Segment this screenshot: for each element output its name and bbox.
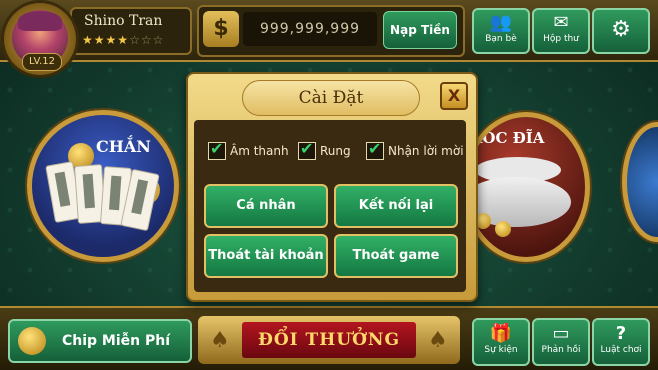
chip-icon: [18, 327, 46, 355]
star-icon: ★: [82, 33, 94, 47]
vibrate-label: Rung: [320, 144, 351, 158]
settings-title: Cài Đặt: [242, 80, 420, 116]
vibrate-option[interactable]: Rung: [298, 139, 351, 160]
reward-label: ĐỔI THƯỞNG: [242, 322, 416, 358]
feedback-button[interactable]: ▭ Phản hồi: [532, 318, 590, 366]
close-button[interactable]: X: [440, 82, 468, 110]
mail-button[interactable]: ✉ Hộp thư: [532, 8, 590, 54]
question-icon: ?: [615, 323, 627, 344]
sound-label: Âm thanh: [230, 144, 289, 158]
invites-checkbox[interactable]: [366, 139, 384, 160]
rules-button[interactable]: ? Luật chơi: [592, 318, 650, 366]
star-empty-icon: ☆: [129, 33, 141, 47]
friends-button[interactable]: 👥 Bạn bè: [472, 8, 530, 54]
chan-title: CHẮN: [96, 137, 151, 156]
game-lobby: Shino Tran ★★★★☆☆☆ LV.12 $ 999,999,999 N…: [0, 0, 658, 370]
game-tile-xoc-dia[interactable]: XÓC ĐĨA: [462, 112, 590, 262]
logout-button[interactable]: Thoát tài khoản: [204, 234, 328, 278]
deposit-button[interactable]: Nạp Tiền: [383, 11, 457, 49]
balance-value: 999,999,999: [243, 12, 377, 46]
personal-button[interactable]: Cá nhân: [204, 184, 328, 228]
sound-checkbox[interactable]: [208, 139, 226, 160]
mail-label: Hộp thư: [543, 34, 579, 44]
star-icon: ★: [105, 33, 118, 47]
level-badge: LV.12: [22, 53, 62, 71]
free-chip-label: Chip Miễn Phí: [62, 333, 171, 349]
star-icon: ★: [93, 33, 106, 47]
dollar-icon[interactable]: $: [203, 11, 239, 47]
vibrate-checkbox[interactable]: [298, 139, 316, 160]
rating-stars: ★★★★☆☆☆: [82, 33, 164, 47]
rules-label: Luật chơi: [600, 345, 642, 355]
gift-icon: 🎁: [489, 323, 513, 344]
quit-game-button[interactable]: Thoát game: [334, 234, 458, 278]
avatar[interactable]: LV.12: [4, 3, 76, 75]
reconnect-button[interactable]: Kết nối lại: [334, 184, 458, 228]
profile-panel[interactable]: Shino Tran ★★★★☆☆☆: [70, 7, 192, 55]
invites-label: Nhận lời mời: [388, 144, 464, 158]
settings-button[interactable]: ⚙: [592, 8, 650, 54]
spade-icon: ♠: [428, 328, 448, 353]
bottom-bar: Chip Miễn Phí ♠ ĐỔI THƯỞNG ♠ 🎁 Sự kiện ▭…: [0, 306, 658, 370]
settings-dialog: Cài Đặt X Âm thanh Rung Nhận lời mời Cá …: [186, 72, 478, 302]
free-chip-button[interactable]: Chip Miễn Phí: [8, 319, 192, 363]
avatar-hair: [18, 11, 62, 31]
player-name: Shino Tran: [84, 13, 163, 29]
feedback-label: Phản hồi: [541, 345, 581, 355]
events-label: Sự kiện: [484, 345, 518, 355]
xoc-dia-title: XÓC ĐĨA: [471, 129, 545, 147]
friends-label: Bạn bè: [485, 34, 517, 44]
star-empty-icon: ☆: [140, 33, 153, 47]
settings-body: Âm thanh Rung Nhận lời mời Cá nhân Kết n…: [194, 120, 466, 292]
sound-option[interactable]: Âm thanh: [208, 139, 289, 160]
top-bar: Shino Tran ★★★★☆☆☆ LV.12 $ 999,999,999 N…: [0, 0, 658, 75]
feedback-icon: ▭: [552, 323, 570, 344]
spade-icon: ♠: [210, 328, 230, 353]
coin-icon: [495, 221, 511, 237]
half-star-icon: ★: [117, 33, 130, 47]
star-empty-icon: ☆: [152, 33, 165, 47]
events-button[interactable]: 🎁 Sự kiện: [472, 318, 530, 366]
gear-icon: ⚙: [611, 17, 631, 42]
friends-icon: 👥: [489, 12, 513, 33]
reward-button[interactable]: ♠ ĐỔI THƯỞNG ♠: [198, 316, 460, 364]
game-tile-chan[interactable]: CHẮN: [27, 110, 179, 262]
mail-icon: ✉: [553, 12, 569, 33]
invites-option[interactable]: Nhận lời mời: [366, 139, 464, 160]
wallet-panel: $ 999,999,999 Nạp Tiền: [197, 5, 465, 57]
